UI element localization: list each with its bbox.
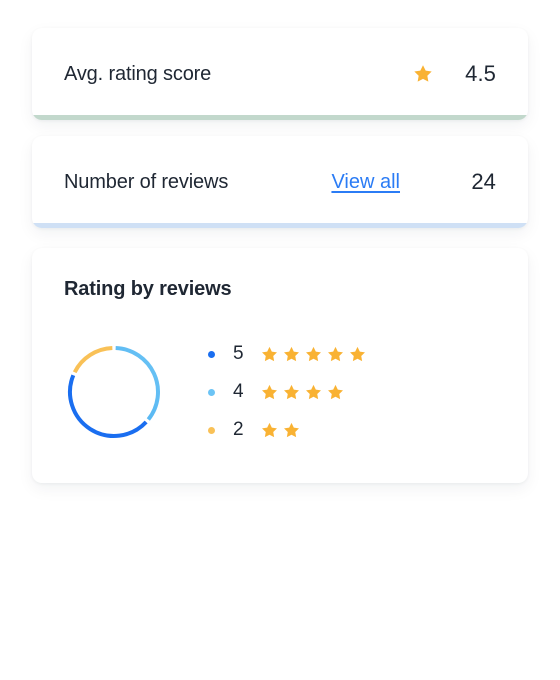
legend-row: 2 [208, 411, 496, 449]
star-icon [282, 421, 301, 440]
legend-star-rating [260, 421, 301, 440]
rating-legend: 5 4 2 [208, 335, 496, 449]
star-icon [282, 383, 301, 402]
number-of-reviews-label: Number of reviews [64, 170, 229, 193]
donut-segment-4-star [115, 346, 160, 421]
legend-row: 4 [208, 373, 496, 411]
legend-dot-icon [208, 388, 215, 396]
star-icon [260, 345, 279, 364]
rating-by-reviews-title: Rating by reviews [64, 278, 232, 300]
donut-segments [68, 346, 160, 438]
star-icon [326, 383, 345, 402]
legend-row: 5 [208, 335, 496, 373]
card-accent-bar [32, 115, 528, 120]
donut-segment-5-star [68, 374, 148, 438]
rating-by-reviews-body: 5 4 2 [64, 335, 496, 449]
legend-rating-count: 4 [233, 381, 244, 402]
legend-dot-icon [208, 426, 215, 434]
donut-segment-2-star [72, 346, 113, 374]
legend-star-rating [260, 345, 367, 364]
view-all-link[interactable]: View all [331, 171, 400, 194]
star-icon [304, 383, 323, 402]
legend-star-rating [260, 383, 345, 402]
star-icon [260, 383, 279, 402]
avg-rating-score-label: Avg. rating score [64, 62, 212, 85]
star-icon [282, 345, 301, 364]
legend-rating-count: 5 [233, 343, 244, 364]
star-icon [260, 421, 279, 440]
number-of-reviews-card: Number of reviews View all 24 [32, 136, 528, 228]
star-icon [326, 345, 345, 364]
rating-by-reviews-card: Rating by reviews 5 4 2 [32, 248, 528, 483]
star-icon [304, 345, 323, 364]
legend-dot-icon [208, 350, 215, 358]
number-of-reviews-value: 24 [471, 169, 496, 194]
rating-distribution-donut-chart [66, 344, 162, 440]
legend-rating-count: 2 [233, 419, 244, 440]
review-summary-page: Avg. rating score 4.5 Number of reviews … [0, 0, 560, 680]
star-icon [348, 345, 367, 364]
avg-rating-score-card: Avg. rating score 4.5 [32, 28, 528, 120]
star-icon [412, 63, 434, 85]
card-accent-bar [32, 223, 528, 228]
avg-rating-score-value: 4.5 [465, 61, 496, 86]
